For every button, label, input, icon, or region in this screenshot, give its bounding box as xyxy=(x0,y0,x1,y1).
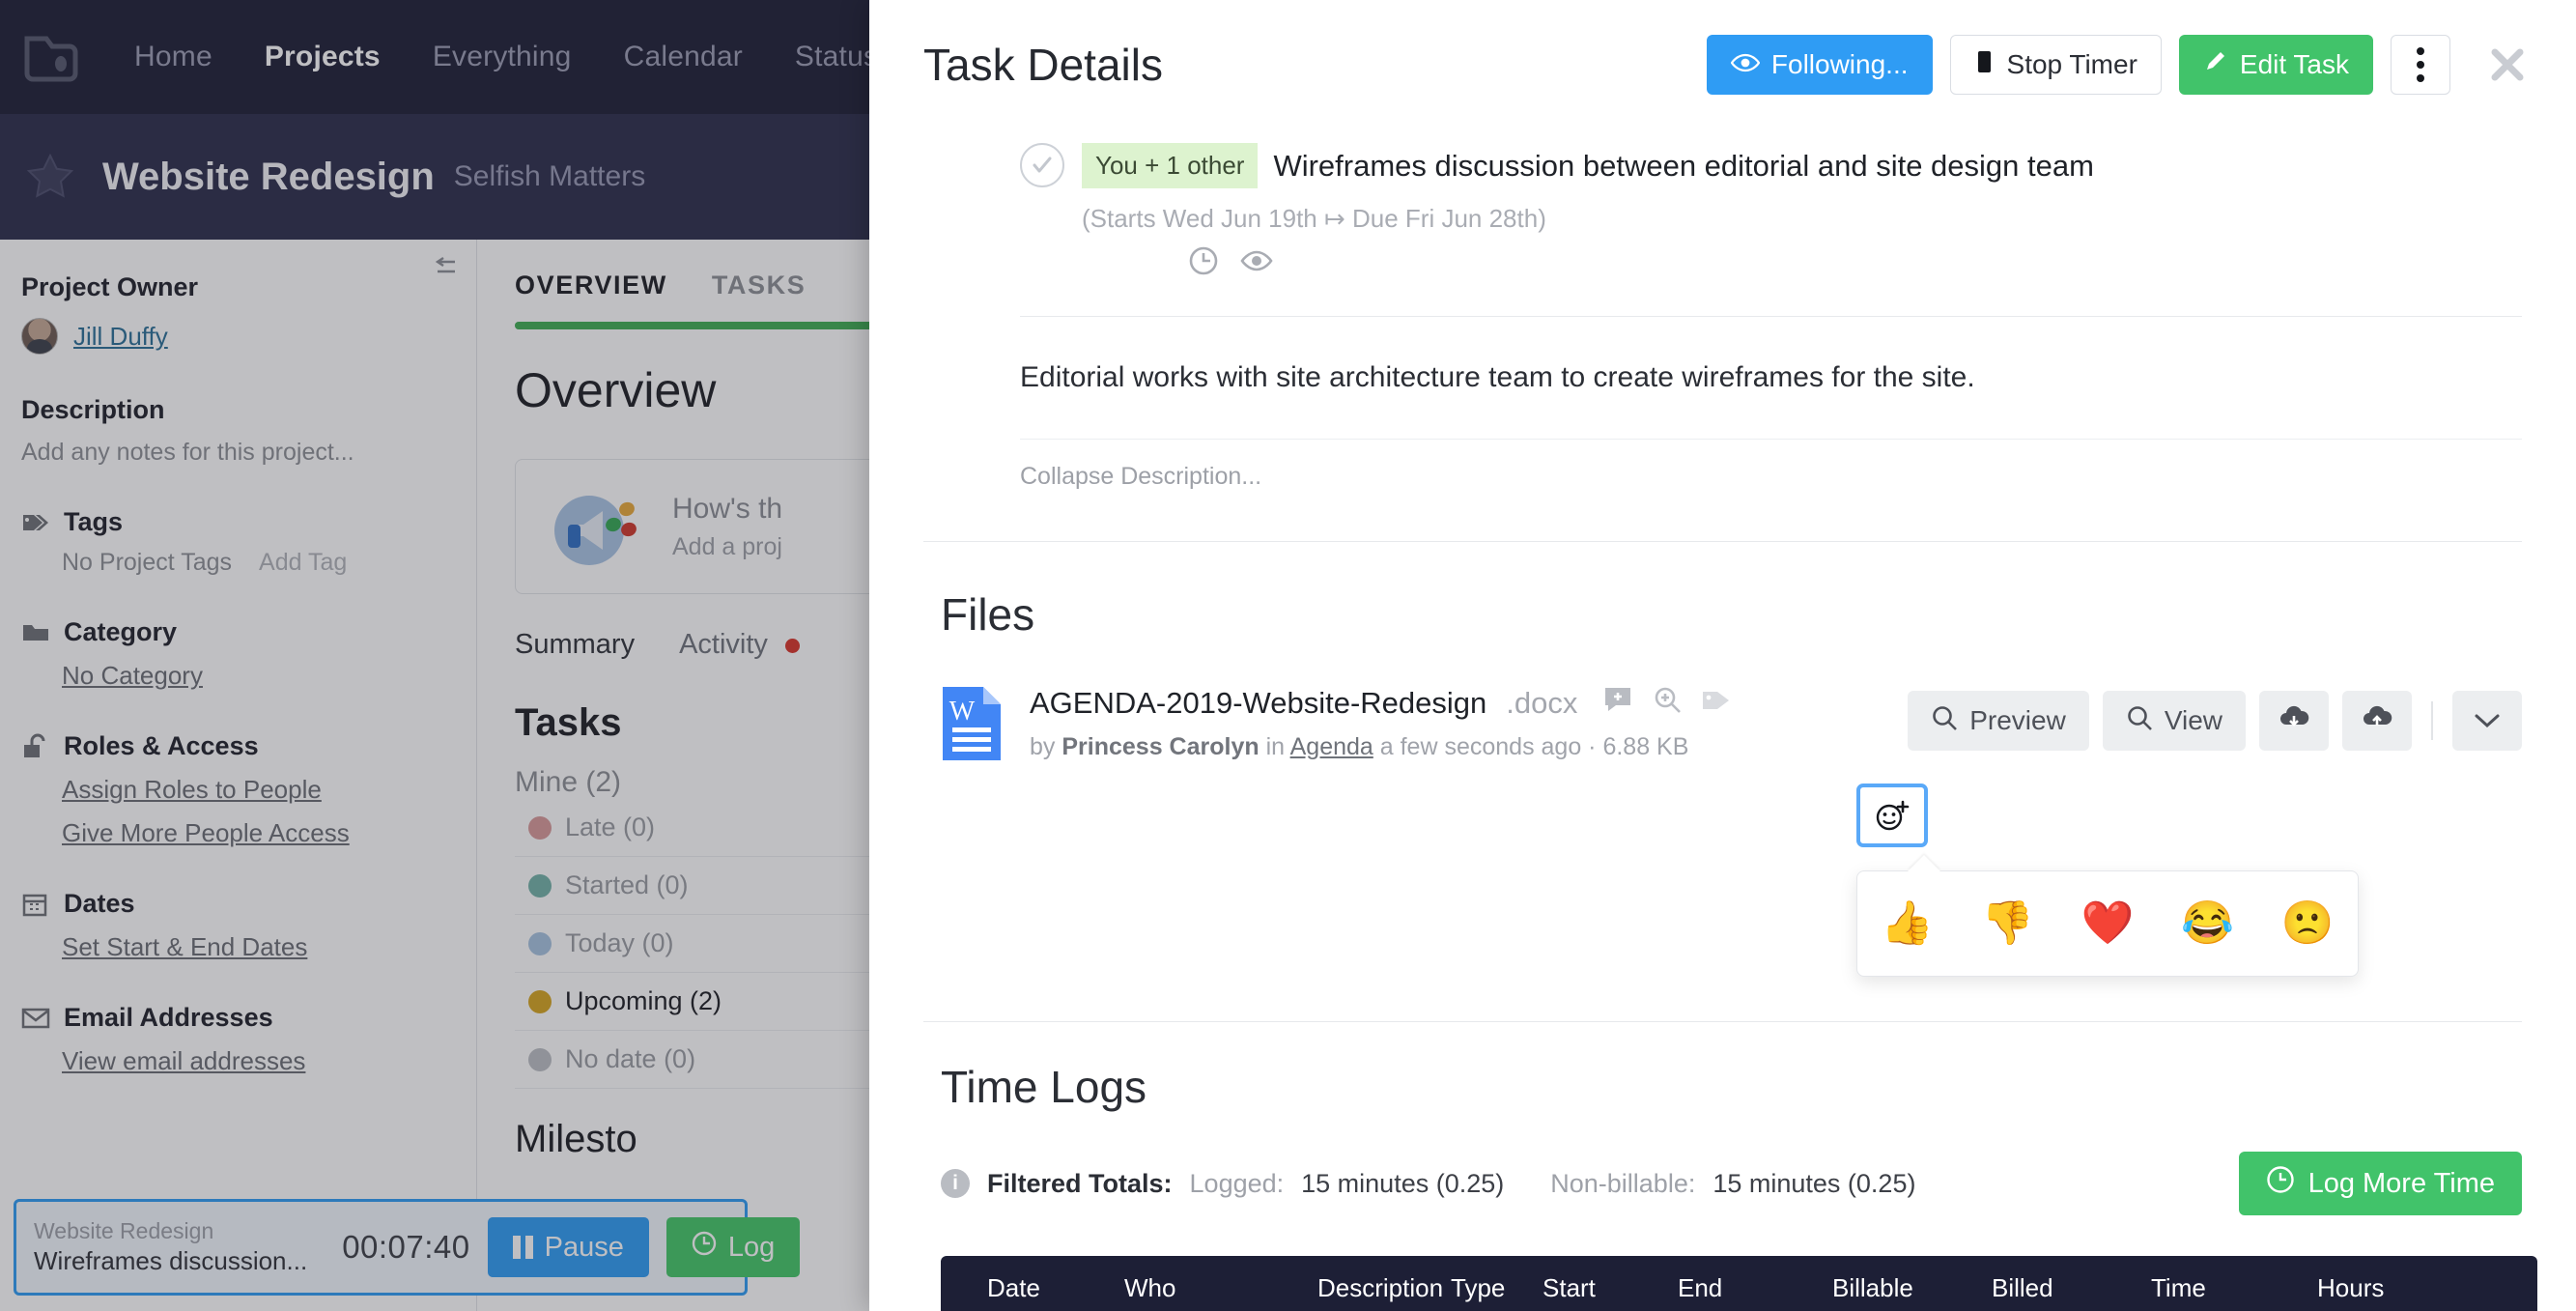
filtered-totals: i Filtered Totals: Logged: 15 minutes (0… xyxy=(941,1169,1915,1199)
collapse-description-button[interactable]: Collapse Description... xyxy=(1020,463,2522,491)
reaction-joy[interactable]: 😂 xyxy=(2181,902,2234,945)
clock-icon[interactable] xyxy=(1188,245,1219,281)
stop-timer-button[interactable]: Stop Timer xyxy=(1949,35,2162,95)
time-logs-heading: Time Logs xyxy=(941,1062,1147,1112)
column-header-billable[interactable]: Billable xyxy=(1832,1273,1992,1303)
stop-timer-label: Stop Timer xyxy=(2006,49,2137,79)
comment-add-icon[interactable] xyxy=(1602,685,1633,722)
cloud-upload-icon xyxy=(2362,705,2392,737)
eye-icon[interactable] xyxy=(1240,245,1273,281)
file-author: Princess Carolyn xyxy=(1062,733,1260,760)
clock-plus-icon xyxy=(2266,1165,2295,1202)
modal-header-actions: Following... Stop Timer Edit Task xyxy=(1706,35,2534,95)
edit-task-button[interactable]: Edit Task xyxy=(2178,35,2373,95)
task-description: Editorial works with site architecture t… xyxy=(1020,361,1975,393)
column-header-end[interactable]: End xyxy=(1678,1273,1832,1303)
reaction-thumbs-down[interactable]: 👎 xyxy=(1981,902,2034,945)
following-label: Following... xyxy=(1770,49,1909,79)
file-action-buttons: Preview View xyxy=(1908,691,2522,751)
column-header-start[interactable]: Start xyxy=(1543,1273,1678,1303)
info-icon[interactable]: i xyxy=(941,1169,970,1198)
task-dates: (Starts Wed Jun 19th ↦ Due Fri Jun 28th) xyxy=(1082,204,1546,233)
time-logs-table: Date Who Description Type Start End Bill… xyxy=(941,1256,2537,1311)
column-header-date[interactable]: Date xyxy=(941,1273,1124,1303)
reaction-area: 👍 👎 ❤️ 😂 🙁 xyxy=(1856,784,2576,977)
download-button[interactable] xyxy=(2259,691,2329,751)
logged-value: 15 minutes (0.25) xyxy=(1301,1168,1505,1198)
log-more-time-button[interactable]: Log More Time xyxy=(2238,1152,2522,1215)
nonbillable-label: Non-billable: xyxy=(1550,1168,1696,1198)
view-button[interactable]: View xyxy=(2102,691,2246,751)
column-header-time[interactable]: Time xyxy=(2151,1273,2317,1303)
file-meta-by: by xyxy=(1030,733,1062,760)
divider xyxy=(1020,316,2522,317)
file-more-dropdown-button[interactable] xyxy=(2452,691,2522,751)
edit-task-label: Edit Task xyxy=(2239,49,2349,79)
file-meta-in: in xyxy=(1259,733,1290,760)
column-header-billed[interactable]: Billed xyxy=(1992,1273,2151,1303)
assignee-badge[interactable]: You + 1 other xyxy=(1082,143,1259,188)
file-size: 6.88 KB xyxy=(1602,733,1689,760)
file-info: AGENDA-2019-Website-Redesign .docx by Pr… xyxy=(1030,685,1908,761)
app-root: Home Projects Everything Calendar Status… xyxy=(0,0,2576,1311)
preview-label: Preview xyxy=(1969,705,2066,735)
column-header-type[interactable]: Type xyxy=(1451,1273,1543,1303)
vertical-dots-icon xyxy=(2417,47,2424,82)
add-reaction-icon[interactable] xyxy=(1856,784,1928,847)
eye-icon xyxy=(1730,49,1761,80)
logged-label: Logged: xyxy=(1189,1168,1285,1198)
search-icon xyxy=(1931,704,1958,738)
task-summary-row: You + 1 other Wireframes discussion betw… xyxy=(869,95,2576,281)
tag-icon[interactable] xyxy=(1701,686,1732,721)
svg-text:W: W xyxy=(949,697,976,727)
file-list-item: W AGENDA-2019-Website-Redesign .docx by … xyxy=(941,685,2522,762)
task-icon-row xyxy=(1188,245,2522,281)
column-header-hours[interactable]: Hours xyxy=(2317,1273,2472,1303)
more-options-button[interactable] xyxy=(2391,35,2450,95)
check-circle-icon[interactable] xyxy=(1020,143,1064,187)
modal-header: Task Details Following... Stop Timer Edi… xyxy=(869,0,2576,95)
reaction-frown[interactable]: 🙁 xyxy=(2281,902,2335,945)
filtered-totals-label: Filtered Totals: xyxy=(987,1168,1173,1198)
divider xyxy=(2431,701,2433,740)
time-logs-totals-row: i Filtered Totals: Logged: 15 minutes (0… xyxy=(941,1152,2522,1215)
files-heading: Files xyxy=(941,589,1035,640)
reaction-thumbs-up[interactable]: 👍 xyxy=(1881,902,1934,945)
search-icon xyxy=(2126,704,2153,738)
divider xyxy=(923,1021,2522,1022)
file-category-link[interactable]: Agenda xyxy=(1290,733,1373,760)
column-header-who[interactable]: Who xyxy=(1124,1273,1317,1303)
file-name[interactable]: AGENDA-2019-Website-Redesign xyxy=(1030,686,1486,721)
reaction-picker-popover: 👍 👎 ❤️ 😂 🙁 xyxy=(1856,870,2359,977)
reaction-heart[interactable]: ❤️ xyxy=(2081,902,2135,945)
file-extension: .docx xyxy=(1506,686,1578,720)
word-document-icon: W xyxy=(941,685,1003,762)
modal-title: Task Details xyxy=(923,40,1163,90)
file-meta: by Princess Carolyn in Agenda a few seco… xyxy=(1030,733,1908,761)
upload-button[interactable] xyxy=(2342,691,2412,751)
column-header-description[interactable]: Description xyxy=(1317,1273,1451,1303)
table-header-row: Date Who Description Type Start End Bill… xyxy=(941,1256,2537,1311)
log-more-time-label: Log More Time xyxy=(2307,1167,2495,1199)
task-name: Wireframes discussion between editorial … xyxy=(1273,148,2094,183)
divider xyxy=(1020,439,2522,440)
zoom-in-icon[interactable] xyxy=(1653,685,1682,722)
stop-square-icon xyxy=(1974,49,1996,81)
view-label: View xyxy=(2164,705,2222,735)
task-details-modal: Task Details Following... Stop Timer Edi… xyxy=(869,0,2576,1311)
file-title-row: AGENDA-2019-Website-Redesign .docx xyxy=(1030,685,1908,722)
nonbillable-value: 15 minutes (0.25) xyxy=(1713,1168,1916,1198)
close-icon[interactable] xyxy=(2481,39,2534,91)
pencil-icon xyxy=(2203,49,2228,81)
cloud-download-icon xyxy=(2279,705,2309,737)
chevron-down-icon xyxy=(2474,705,2501,736)
following-button[interactable]: Following... xyxy=(1706,35,1933,95)
preview-button[interactable]: Preview xyxy=(1908,691,2089,751)
file-meta-time: a few seconds ago · xyxy=(1373,733,1603,760)
divider xyxy=(923,541,2522,542)
